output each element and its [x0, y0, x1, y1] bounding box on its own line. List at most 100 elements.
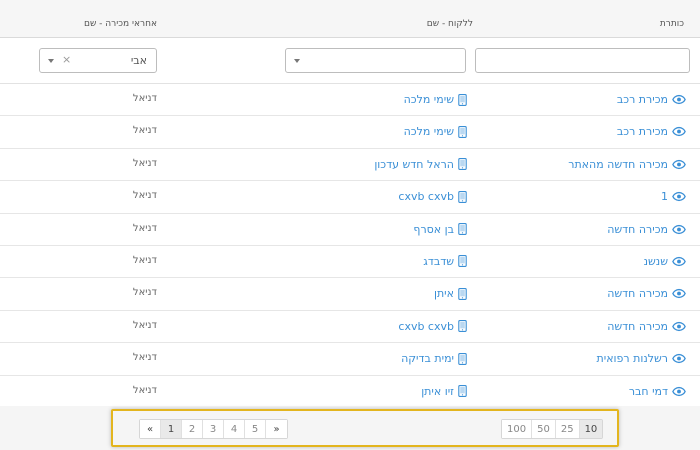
- title-text[interactable]: מכירה חדשה: [607, 223, 668, 236]
- eye-icon[interactable]: [672, 288, 686, 299]
- title-filter-input[interactable]: [475, 48, 690, 73]
- next-page-button[interactable]: »: [266, 420, 287, 438]
- page-size-option[interactable]: 100: [502, 420, 533, 438]
- title-text[interactable]: רשלנות רפואית: [597, 352, 669, 365]
- page-size-option[interactable]: 25: [555, 420, 580, 438]
- phone-icon[interactable]: [458, 125, 467, 138]
- client-link[interactable]: שימי מלכה: [404, 93, 467, 106]
- client-text[interactable]: הראל חדש עדכון: [374, 158, 454, 171]
- client-link[interactable]: ימית בדיקה: [401, 352, 467, 365]
- phone-icon[interactable]: [458, 93, 467, 106]
- client-link[interactable]: שימי מלכה: [404, 125, 467, 138]
- table-header: כותרת ללקוח - שם אחראי מכירה - שם: [0, 0, 700, 38]
- phone-icon[interactable]: [458, 255, 467, 268]
- title-link[interactable]: מכירת רכב: [617, 125, 686, 138]
- phone-icon[interactable]: [458, 287, 467, 300]
- client-link[interactable]: cxvb cxvb: [398, 190, 467, 203]
- table-row[interactable]: דמי חבר זיו איתן דניאל: [0, 375, 700, 408]
- client-text[interactable]: ימית בדיקה: [401, 352, 454, 365]
- client-link[interactable]: זיו איתן: [421, 385, 467, 398]
- title-link[interactable]: 1: [661, 190, 686, 203]
- seller-text: דניאל: [132, 125, 157, 137]
- title-text[interactable]: מכירה חדשה: [607, 287, 668, 300]
- title-link[interactable]: מכירה חדשה: [607, 287, 686, 300]
- eye-icon[interactable]: [672, 126, 686, 137]
- clear-icon[interactable]: ×: [62, 53, 71, 66]
- phone-icon[interactable]: [458, 352, 467, 365]
- eye-icon[interactable]: [672, 386, 686, 397]
- page-button[interactable]: 2: [182, 420, 203, 438]
- title-link[interactable]: מכירה חדשה מהאתר: [568, 158, 686, 171]
- title-text[interactable]: 1: [661, 190, 668, 203]
- phone-icon[interactable]: [458, 320, 467, 333]
- title-text[interactable]: מכירה חדשה: [607, 320, 668, 333]
- table-row[interactable]: מכירה חדשה cxvb cxvb דניאל: [0, 310, 700, 344]
- client-text[interactable]: זיו איתן: [421, 385, 454, 398]
- title-link[interactable]: דמי חבר: [629, 385, 686, 398]
- phone-icon[interactable]: [458, 385, 467, 397]
- client-link[interactable]: הראל חדש עדכון: [374, 158, 467, 171]
- eye-icon[interactable]: [672, 191, 686, 202]
- seller-text: דניאל: [132, 157, 157, 169]
- client-text[interactable]: cxvb cxvb: [398, 190, 454, 203]
- client-link[interactable]: cxvb cxvb: [398, 320, 467, 333]
- table-row[interactable]: מכירה חדשה איתן דניאל: [0, 278, 700, 311]
- table-row[interactable]: מכירה חדשה בן אסרף דניאל: [0, 213, 700, 246]
- table-row[interactable]: מכירת רכב שימי מלכה דניאל: [0, 116, 700, 149]
- chevron-down-icon[interactable]: [294, 59, 300, 63]
- seller-filter-select[interactable]: אבי ×: [39, 48, 157, 73]
- prev-page-button[interactable]: «: [140, 420, 161, 438]
- title-link[interactable]: שנשנ: [644, 255, 686, 268]
- phone-icon[interactable]: [458, 223, 467, 236]
- eye-icon[interactable]: [672, 94, 686, 105]
- eye-icon[interactable]: [672, 159, 686, 170]
- page-size-option[interactable]: 50: [532, 420, 556, 438]
- title-link[interactable]: מכירה חדשה: [607, 223, 686, 236]
- eye-icon[interactable]: [672, 256, 686, 267]
- client-text[interactable]: שימי מלכה: [404, 125, 454, 138]
- page-button[interactable]: 1: [161, 420, 182, 438]
- client-text[interactable]: cxvb cxvb: [398, 320, 454, 333]
- seller-text: דניאל: [132, 287, 157, 299]
- title-link[interactable]: מכירת רכב: [617, 93, 686, 106]
- column-header-seller[interactable]: אחראי מכירה - שם: [84, 19, 157, 29]
- page-button[interactable]: 5: [245, 420, 266, 438]
- page-size-option[interactable]: 10: [579, 420, 603, 438]
- phone-icon[interactable]: [458, 158, 467, 171]
- title-link[interactable]: מכירה חדשה: [607, 320, 686, 333]
- client-link[interactable]: איתן: [434, 287, 467, 300]
- client-text[interactable]: שדבדג: [423, 255, 454, 268]
- table-row[interactable]: 1 cxvb cxvb דניאל: [0, 181, 700, 214]
- seller-text: דניאל: [132, 254, 157, 266]
- chevron-down-icon[interactable]: [48, 59, 54, 63]
- records-table-page: כותרת ללקוח - שם אחראי מכירה - שם אבי × …: [0, 0, 700, 450]
- table-row[interactable]: מכירה חדשה מהאתר הראל חדש עדכון דניאל: [0, 148, 700, 182]
- client-filter-select[interactable]: [285, 48, 466, 73]
- title-text[interactable]: מכירת רכב: [617, 125, 668, 138]
- eye-icon[interactable]: [672, 224, 686, 235]
- client-text[interactable]: שימי מלכה: [404, 93, 454, 106]
- title-text[interactable]: מכירה חדשה מהאתר: [568, 158, 668, 171]
- page-button[interactable]: 4: [224, 420, 245, 438]
- table-row[interactable]: מכירת רכב שימי מלכה דניאל: [0, 84, 700, 117]
- eye-icon[interactable]: [672, 321, 686, 332]
- column-header-client[interactable]: ללקוח - שם: [427, 19, 473, 29]
- page-button[interactable]: 3: [203, 420, 224, 438]
- seller-text: דניאל: [132, 319, 157, 331]
- title-text[interactable]: דמי חבר: [629, 385, 668, 398]
- seller-filter-value: אבי: [130, 54, 147, 67]
- client-text[interactable]: איתן: [434, 287, 454, 300]
- page-size-selector: 100 50 25 10: [501, 419, 604, 439]
- title-text[interactable]: שנשנ: [644, 255, 668, 268]
- client-link[interactable]: שדבדג: [423, 255, 467, 268]
- phone-icon[interactable]: [458, 190, 467, 203]
- title-link[interactable]: רשלנות רפואית: [597, 352, 687, 365]
- client-link[interactable]: בן אסרף: [413, 223, 467, 236]
- eye-icon[interactable]: [672, 353, 686, 364]
- title-text[interactable]: מכירת רכב: [617, 93, 668, 106]
- table-row[interactable]: שנשנ שדבדג דניאל: [0, 245, 700, 279]
- table-body: מכירת רכב שימי מלכה דניאל מכירת רכב שימי מלכ…: [0, 84, 700, 408]
- table-row[interactable]: רשלנות רפואית ימית בדיקה דניאל: [0, 343, 700, 376]
- client-text[interactable]: בן אסרף: [413, 223, 454, 236]
- column-header-title[interactable]: כותרת: [660, 19, 684, 29]
